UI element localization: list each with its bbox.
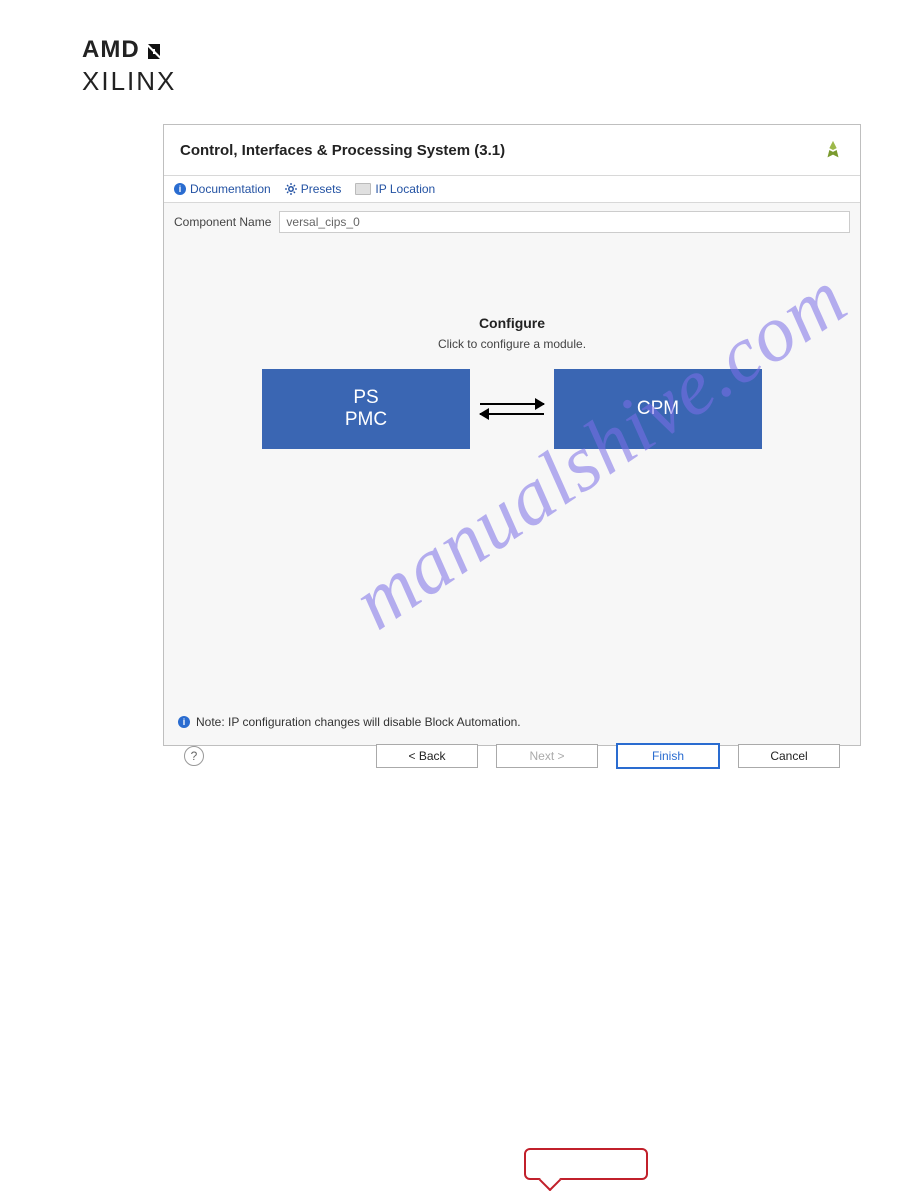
- amd-arrow-icon: [144, 40, 164, 60]
- configure-canvas: Configure Click to configure a module. P…: [164, 315, 860, 715]
- component-name-label: Component Name: [174, 215, 271, 229]
- arrows-icon: [470, 403, 554, 415]
- finish-button[interactable]: Finish: [616, 743, 720, 769]
- help-button[interactable]: ?: [184, 746, 204, 766]
- cpm-block[interactable]: CPM: [554, 369, 762, 449]
- pmc-label: PMC: [345, 409, 387, 431]
- amd-text: AMD: [82, 36, 140, 64]
- ps-label: PS: [353, 387, 378, 409]
- folder-icon: [355, 183, 371, 195]
- cpm-label: CPM: [637, 398, 679, 420]
- presets-label: Presets: [301, 182, 342, 196]
- xilinx-text: XILINX: [82, 66, 176, 97]
- presets-link[interactable]: Presets: [285, 182, 342, 196]
- dialog-title: Control, Interfaces & Processing System …: [180, 142, 505, 159]
- info-icon: i: [174, 183, 186, 195]
- documentation-label: Documentation: [190, 182, 271, 196]
- vivado-logo-icon: [822, 139, 844, 161]
- feedback-callout-icon[interactable]: [524, 1148, 648, 1180]
- back-button[interactable]: < Back: [376, 744, 478, 768]
- vendor-logo: AMD XILINX: [82, 36, 176, 97]
- documentation-link[interactable]: i Documentation: [174, 182, 271, 196]
- arrow-right-icon: [480, 403, 544, 405]
- configure-title: Configure: [164, 315, 860, 331]
- arrow-left-icon: [480, 413, 544, 415]
- cancel-button[interactable]: Cancel: [738, 744, 840, 768]
- ip-location-label: IP Location: [375, 182, 435, 196]
- gear-icon: [285, 183, 297, 195]
- note-row: i Note: IP configuration changes will di…: [164, 715, 860, 729]
- cips-dialog: Control, Interfaces & Processing System …: [163, 124, 861, 746]
- info-icon: i: [178, 716, 190, 728]
- configure-subtitle: Click to configure a module.: [164, 337, 860, 351]
- note-text: Note: IP configuration changes will disa…: [196, 715, 521, 729]
- ps-pmc-block[interactable]: PS PMC: [262, 369, 470, 449]
- ip-location-link[interactable]: IP Location: [355, 182, 435, 196]
- next-button: Next >: [496, 744, 598, 768]
- component-name-input[interactable]: [279, 211, 850, 233]
- dialog-linkbar: i Documentation Presets IP Location: [164, 176, 860, 203]
